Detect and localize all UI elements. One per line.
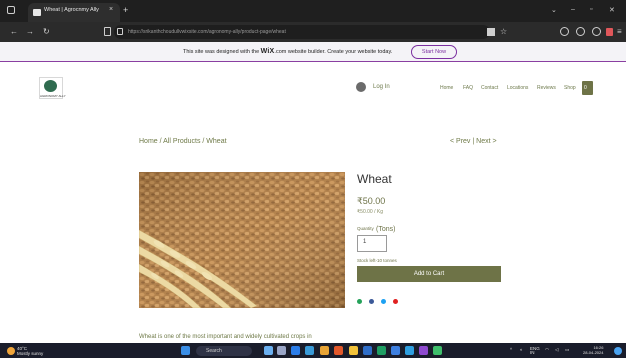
history-icon[interactable]: [592, 27, 601, 36]
wifi-icon[interactable]: ◠: [545, 347, 549, 353]
quantity-unit: (Tons): [376, 226, 396, 233]
bookmark-star-icon[interactable]: ☆: [500, 27, 507, 36]
nav-faq[interactable]: FAQ: [463, 85, 473, 91]
quantity-label: Quantity: [357, 226, 374, 231]
nav-home[interactable]: Home: [440, 85, 453, 91]
excel-icon[interactable]: [377, 346, 386, 355]
nav-shop[interactable]: Shop: [564, 85, 576, 91]
quantity-value: 1: [363, 239, 367, 245]
facebook-icon[interactable]: [369, 299, 374, 304]
pinterest-icon[interactable]: [393, 299, 398, 304]
product-price: ₹50.00: [357, 196, 386, 206]
product-description: Wheat is one of the most important and w…: [139, 334, 312, 340]
new-tab-button[interactable]: +: [123, 5, 128, 15]
nav-locations[interactable]: Locations: [507, 85, 528, 91]
word-icon[interactable]: [363, 346, 372, 355]
battery-icon[interactable]: ▭: [565, 347, 569, 353]
shield-icon[interactable]: [560, 27, 569, 36]
menu-icon[interactable]: ≡: [617, 27, 622, 36]
nav-contact[interactable]: Contact: [481, 85, 498, 91]
account-icon[interactable]: [576, 27, 585, 36]
taskbar-search-label: Search: [206, 348, 222, 354]
unit-price: ₹50.00 / Kg: [357, 209, 383, 215]
minimize-icon[interactable]: –: [571, 6, 575, 13]
language-indicator[interactable]: ENG IN: [530, 346, 540, 355]
wix-banner-text: This site was designed with the WiX.com …: [183, 48, 393, 55]
chrome-icon[interactable]: [320, 346, 329, 355]
maximize-icon[interactable]: ▫: [590, 6, 592, 13]
forward-icon[interactable]: →: [26, 27, 34, 36]
start-windows-icon[interactable]: [181, 346, 190, 355]
reload-icon[interactable]: ↻: [43, 27, 50, 36]
widget-icon[interactable]: [277, 346, 286, 355]
weather-sun-icon[interactable]: [7, 347, 15, 355]
notification-icon[interactable]: [614, 347, 622, 355]
volume-icon[interactable]: ◁: [555, 347, 558, 353]
page-icon[interactable]: [104, 27, 111, 36]
wix-wordmark: WiX: [260, 48, 275, 55]
url-text: https://srikanthchoudullvwixsite.com/agr…: [128, 29, 286, 35]
close-window-icon[interactable]: ✕: [609, 6, 615, 14]
file-explorer-icon[interactable]: [349, 346, 358, 355]
login-link[interactable]: Log In: [373, 84, 390, 90]
taskview-icon[interactable]: [264, 346, 273, 355]
whatsapp-icon[interactable]: [357, 299, 362, 304]
lock-icon[interactable]: [117, 28, 123, 35]
breadcrumb[interactable]: Home / All Products / Wheat: [139, 138, 227, 145]
extension-icon[interactable]: [606, 28, 613, 36]
qr-code-icon[interactable]: [487, 28, 495, 36]
product-image[interactable]: [139, 172, 345, 308]
start-now-button[interactable]: Start Now: [411, 45, 457, 59]
cart-count: 0: [584, 85, 587, 91]
cloud-icon[interactable]: ◐: [520, 347, 523, 352]
tab-title: Wheat | Agrocnmy Ally: [44, 7, 99, 13]
taskbar-search[interactable]: [196, 346, 252, 356]
show-hidden-icons-chevron-icon[interactable]: ^: [510, 347, 512, 352]
back-icon[interactable]: ←: [10, 27, 18, 36]
system-clock[interactable]: 16:26 28-04-2024: [583, 345, 603, 355]
mail-icon[interactable]: [391, 346, 400, 355]
twitter-icon[interactable]: [381, 299, 386, 304]
prev-next-pager[interactable]: < Prev | Next >: [450, 138, 497, 145]
tab-favicon-icon: [33, 9, 41, 16]
weather-widget[interactable]: 40°C Mostly sunny: [17, 346, 43, 356]
user-icon[interactable]: [356, 82, 366, 92]
wheat-grains-image: [139, 172, 345, 308]
tab-actions-icon[interactable]: [7, 6, 15, 14]
store-icon[interactable]: [305, 346, 314, 355]
product-title: Wheat: [357, 172, 392, 186]
nav-reviews[interactable]: Reviews: [537, 85, 556, 91]
teams-icon[interactable]: [419, 346, 428, 355]
add-to-cart-button[interactable]: Add to Cart: [357, 266, 501, 282]
photos-icon[interactable]: [405, 346, 414, 355]
logo-text: AGRONOMY ALLY: [40, 94, 66, 98]
quantity-input[interactable]: [357, 235, 387, 252]
tab-list-chevron-icon[interactable]: ⌄: [551, 6, 557, 14]
stock-note: Stock left-10 tonnes: [357, 258, 397, 263]
app-icon[interactable]: [433, 346, 442, 355]
edge-icon[interactable]: [291, 346, 300, 355]
firefox-icon[interactable]: [334, 346, 343, 355]
tab-close-icon[interactable]: ×: [109, 6, 113, 13]
logo-emblem-icon: [44, 80, 57, 92]
